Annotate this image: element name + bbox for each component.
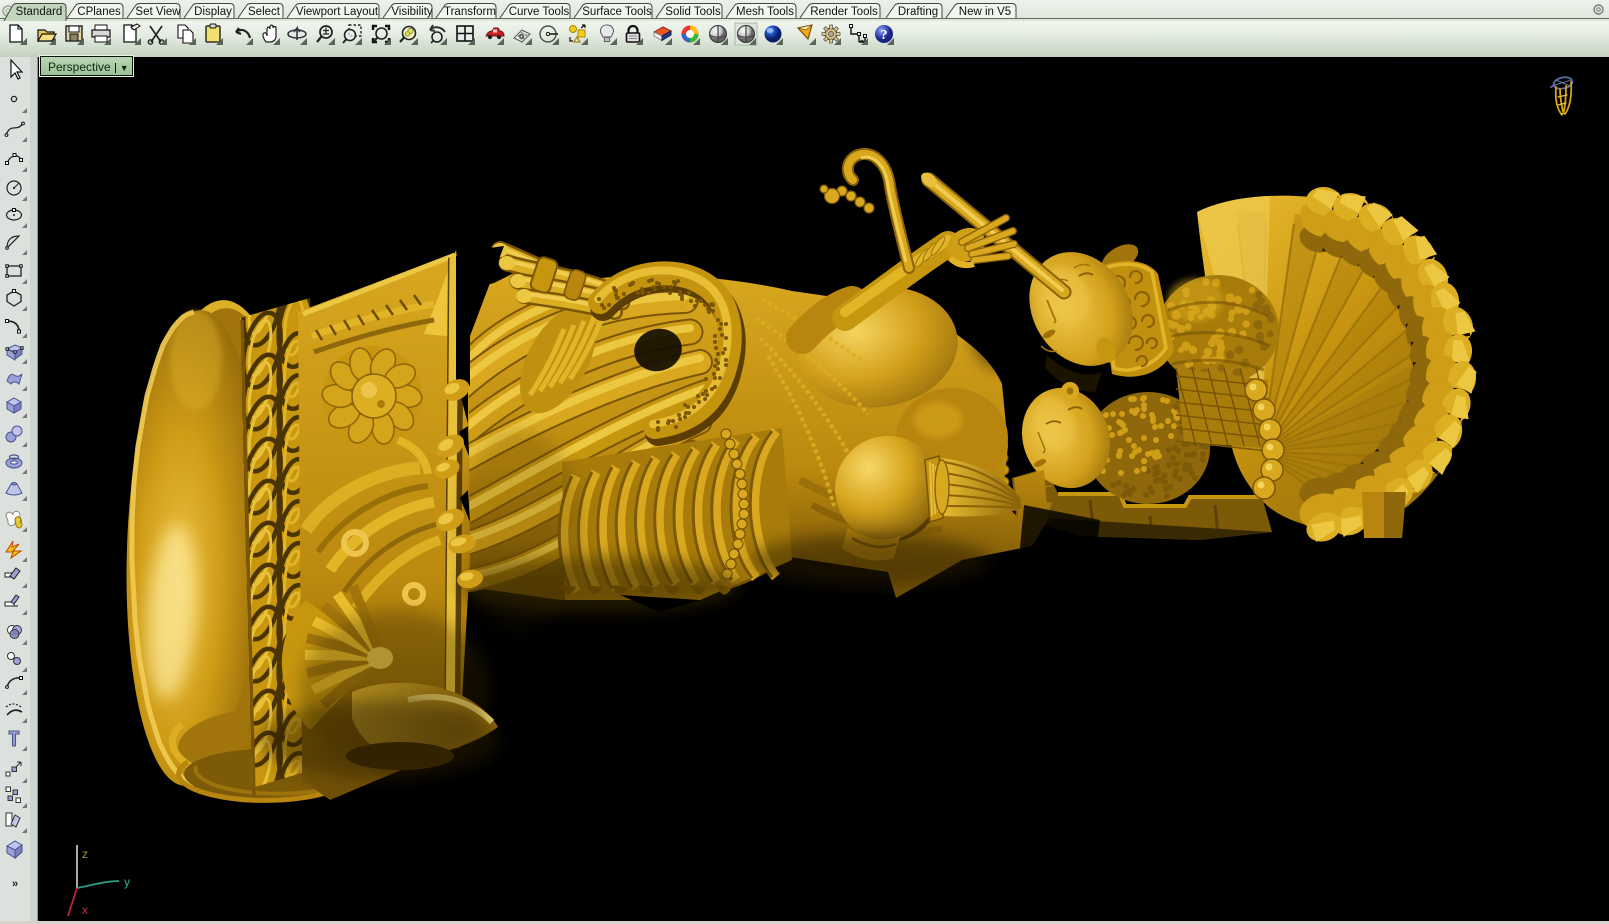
svg-text:New in V5: New in V5 — [959, 6, 1011, 18]
svg-text:Curve Tools: Curve Tools — [509, 6, 570, 18]
svg-text:Select: Select — [248, 6, 281, 18]
svg-text:Standard: Standard — [16, 6, 63, 18]
svg-text:Solid Tools: Solid Tools — [665, 6, 721, 18]
svg-text:CPlanes: CPlanes — [77, 6, 121, 18]
svg-text:Viewport Layout: Viewport Layout — [296, 6, 379, 18]
svg-text:Visibility: Visibility — [391, 6, 433, 18]
svg-text:»: » — [12, 878, 18, 890]
svg-text:y: y — [124, 875, 130, 889]
svg-text:Display: Display — [194, 6, 232, 18]
svg-text:Transform: Transform — [444, 6, 496, 18]
svg-text:Set View: Set View — [135, 6, 181, 18]
svg-text:Render Tools: Render Tools — [810, 6, 878, 18]
svg-text:Mesh Tools: Mesh Tools — [736, 6, 794, 18]
svg-text:x: x — [82, 903, 88, 917]
svg-text:?: ? — [881, 28, 888, 43]
svg-text:Drafting: Drafting — [898, 6, 938, 18]
svg-text:z: z — [82, 847, 88, 861]
svg-text:Surface Tools: Surface Tools — [582, 6, 652, 18]
